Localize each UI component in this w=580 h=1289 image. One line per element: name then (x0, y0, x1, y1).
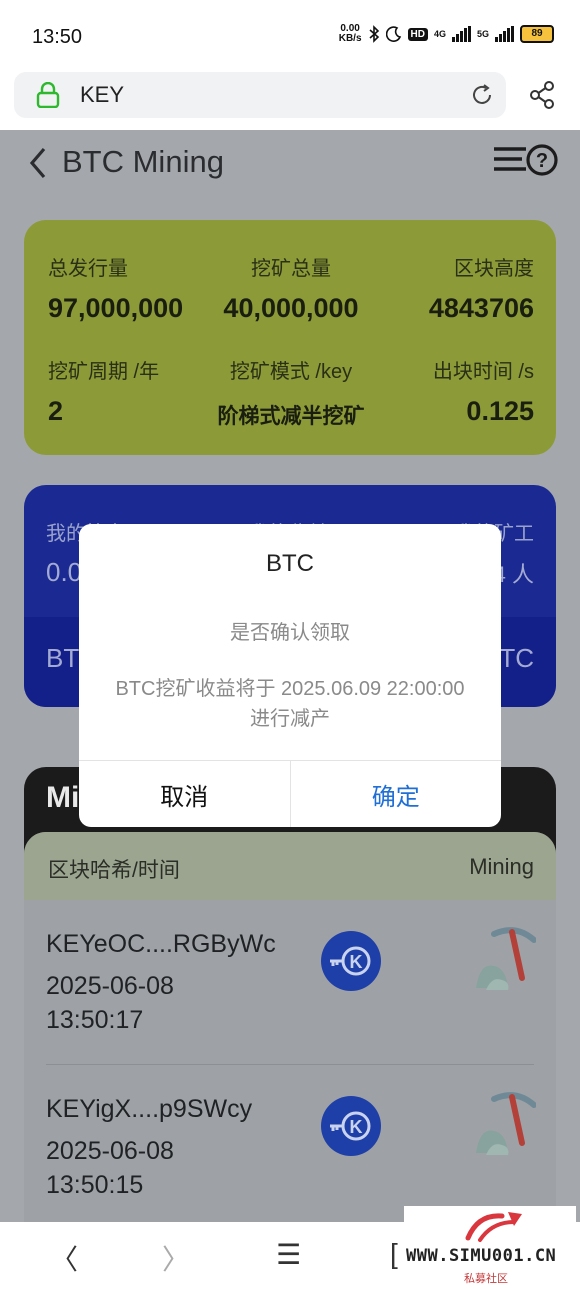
signal-5g-label: 5G (476, 29, 489, 39)
browser-toolbar: KEY (0, 72, 580, 130)
moon-icon (385, 26, 401, 42)
bluetooth-icon (368, 25, 379, 43)
col-mining: Mining (469, 854, 534, 879)
address-bar[interactable]: KEY (14, 72, 506, 118)
block-date: 2025-06-08 (46, 972, 174, 1000)
page-header: BTC Mining ? (0, 130, 580, 200)
menu-help-icon[interactable]: ? (492, 140, 560, 178)
strip-left-text: BT (46, 643, 80, 673)
svg-text:K: K (350, 1117, 363, 1137)
confirm-button[interactable]: 确定 (291, 761, 502, 827)
mining-panel-title: Mi (46, 781, 80, 814)
battery-icon: 89 (520, 25, 554, 43)
reload-icon[interactable] (470, 83, 494, 107)
network-speed: 0.00 KB/s (338, 23, 362, 44)
status-bar: 13:50 0.00 KB/s HD 4G 5G 89 (0, 0, 580, 72)
col-hash-time: 区块哈希/时间 (48, 859, 180, 882)
stat-mining-cycle: 挖矿周期 /年 2 (48, 361, 160, 426)
block-time: 13:50:17 (46, 1006, 144, 1034)
my-hashrate-value: 0.0 (46, 557, 83, 587)
page-title: BTC Mining (62, 144, 224, 179)
mining-list: 区块哈希/时间 Mining KEYeOC....RGByWc 2025-06-… (24, 832, 556, 1222)
share-icon[interactable] (528, 80, 556, 110)
stat-block-time: 出块时间 /s 0.125 (432, 361, 534, 426)
dialog-title: BTC (266, 550, 314, 577)
signal-4g-label: 4G (433, 29, 446, 39)
watermark: WWW.SIMU001.CN 私募社区 (404, 1206, 576, 1286)
signal-icon (451, 26, 471, 42)
strip-right-text: TC (499, 643, 534, 673)
back-arrow-icon[interactable] (28, 146, 48, 180)
dialog-subtitle: 是否确认领取 (230, 622, 350, 644)
key-coin-icon: K (321, 931, 381, 991)
list-item[interactable]: KEYigX....p9SWcy 2025-06-08 13:50:15 K (24, 1065, 556, 1222)
dialog-buttons: 取消 确定 (79, 760, 501, 827)
nav-forward-button[interactable]: 〉 (162, 1238, 190, 1278)
mining-list-header: 区块哈希/时间 Mining (24, 832, 556, 900)
stat-block-height: 区块高度 4843706 (428, 258, 534, 323)
svg-text:?: ? (536, 150, 548, 172)
lock-icon (36, 82, 60, 108)
watermark-subtext: 私募社区 (464, 1273, 508, 1285)
pickaxe-icon (476, 927, 536, 990)
stat-mining-mode: 挖矿模式 /key 阶梯式减半挖矿 (217, 361, 365, 428)
hd-voice-badge: HD (407, 27, 428, 41)
pickaxe-icon (476, 1092, 536, 1155)
key-coin-icon: K (321, 1096, 381, 1156)
block-hash: KEYigX....p9SWcy (46, 1095, 253, 1123)
status-icons: 0.00 KB/s HD 4G 5G 89 (339, 24, 554, 44)
nav-menu-button[interactable]: ☰ (276, 1238, 301, 1271)
stat-mining-total: 挖矿总量 40,000,000 (223, 258, 359, 323)
url-text: KEY (80, 82, 125, 107)
dialog-message: BTC挖矿收益将于 2025.06.09 22:00:00 进行减产 (115, 678, 465, 730)
cancel-button[interactable]: 取消 (79, 761, 291, 827)
block-time: 13:50:15 (46, 1171, 144, 1199)
nav-back-button[interactable]: 〈 (50, 1238, 78, 1278)
list-item[interactable]: KEYeOC....RGByWc 2025-06-08 13:50:17 K (24, 900, 556, 1064)
signal-icon-2 (495, 26, 514, 42)
stat-total-supply: 总发行量 97,000,000 (48, 258, 184, 323)
block-hash: KEYeOC....RGByWc (46, 930, 276, 958)
stats-card: 总发行量 97,000,000 挖矿总量 40,000,000 区块高度 484… (24, 220, 556, 455)
clock: 13:50 (32, 26, 83, 48)
watermark-logo (465, 1212, 522, 1242)
nav-tabs-button[interactable]: [ (390, 1238, 398, 1270)
block-date: 2025-06-08 (46, 1137, 174, 1165)
svg-text:K: K (350, 952, 363, 972)
watermark-text: WWW.SIMU001.CN (406, 1246, 557, 1266)
confirm-dialog: BTC 是否确认领取 BTC挖矿收益将于 2025.06.09 22:00:00… (79, 524, 501, 827)
